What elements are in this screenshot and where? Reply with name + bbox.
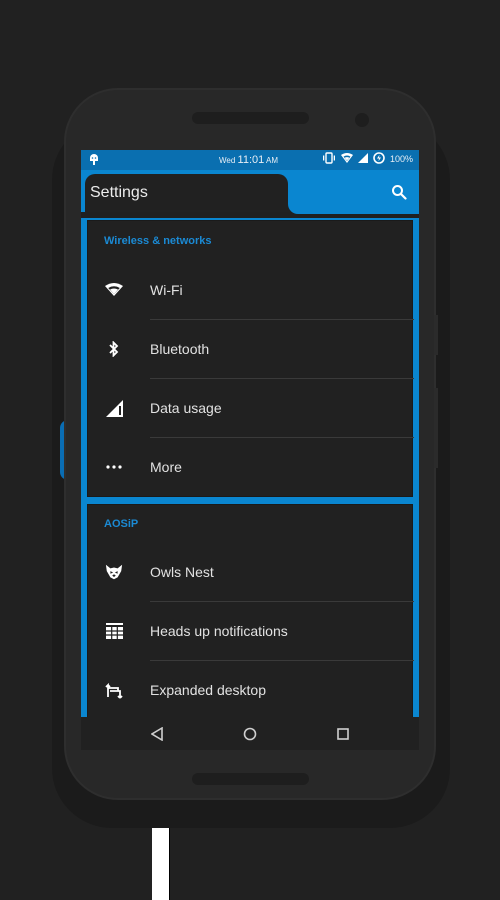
settings-item-wifi[interactable]: Wi-Fi (88, 261, 414, 320)
back-icon[interactable] (149, 726, 165, 742)
expand-arrows-icon (105, 681, 123, 699)
earpiece-speaker (192, 112, 309, 124)
bluetooth-icon (105, 340, 123, 358)
stage: Wed 11:01 AM 100% Settings Wireless & ne… (0, 0, 500, 900)
settings-item-expanded-desktop[interactable]: Expanded desktop (88, 661, 414, 720)
status-icons: 100% (322, 152, 413, 166)
search-icon[interactable] (391, 184, 407, 205)
status-clock: Wed 11:01 AM (219, 154, 278, 166)
item-label: Owls Nest (150, 564, 214, 580)
settings-item-more[interactable]: More (88, 438, 414, 497)
wifi-icon (340, 152, 353, 166)
settings-item-owls-nest[interactable]: Owls Nest (88, 543, 414, 602)
data-usage-icon (105, 399, 123, 417)
more-dots-icon (105, 458, 123, 476)
front-camera (355, 113, 369, 127)
vibrate-icon (322, 152, 336, 166)
status-ampm: AM (266, 156, 279, 165)
section-title: AOSiP (104, 518, 139, 530)
status-day: Wed (219, 156, 236, 165)
home-icon[interactable] (242, 726, 258, 742)
section-title: Wireless & networks (104, 235, 212, 247)
app-bar: Settings (81, 170, 419, 214)
settings-item-data-usage[interactable]: Data usage (88, 379, 414, 438)
item-label: Heads up notifications (150, 623, 288, 639)
status-bar: Wed 11:01 AM 100% (81, 150, 419, 170)
bottom-speaker (192, 773, 309, 785)
page-title: Settings (90, 184, 148, 201)
grid-icon (105, 622, 123, 640)
section-aosip: AOSiP Owls Nest Heads up notifications E… (87, 504, 414, 750)
item-label: Bluetooth (150, 341, 210, 357)
navigation-bar (81, 717, 419, 750)
phone-screen: Wed 11:01 AM 100% Settings Wireless & ne… (81, 150, 419, 750)
item-label: Expanded desktop (150, 682, 266, 698)
section-wireless-networks: Wireless & networks Wi-Fi Bluetooth Data… (87, 220, 414, 497)
battery-percent: 100% (389, 154, 413, 164)
recents-icon[interactable] (335, 726, 351, 742)
power-button (434, 315, 438, 355)
cell-signal-icon (357, 153, 368, 165)
item-label: More (150, 459, 182, 475)
android-icon (89, 153, 99, 168)
settings-item-bluetooth[interactable]: Bluetooth (88, 320, 414, 379)
volume-button (434, 388, 438, 468)
item-label: Wi-Fi (150, 282, 183, 298)
wifi-icon (105, 281, 123, 299)
settings-item-heads-up-notifications[interactable]: Heads up notifications (88, 602, 414, 661)
owl-icon (105, 563, 123, 581)
status-time: 11:01 (237, 154, 265, 166)
item-label: Data usage (150, 400, 222, 416)
battery-saver-icon (373, 152, 385, 166)
